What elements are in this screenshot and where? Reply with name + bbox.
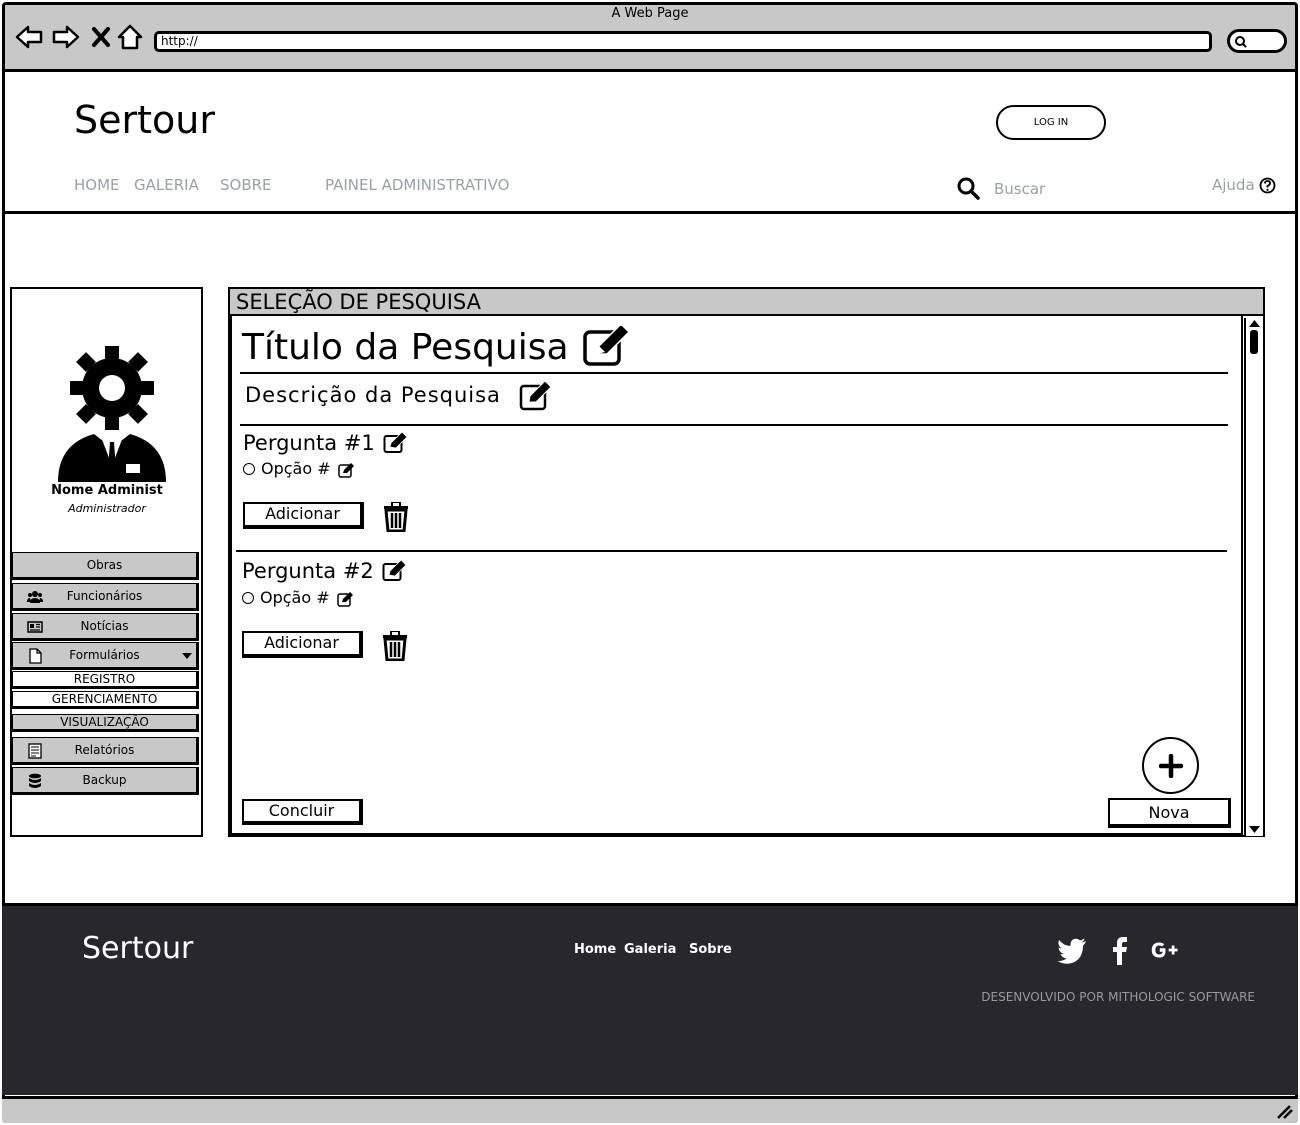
help-icon[interactable] bbox=[1259, 177, 1276, 194]
edit-icon[interactable] bbox=[383, 432, 409, 454]
facebook-icon[interactable] bbox=[1104, 934, 1136, 966]
plus-icon bbox=[1159, 754, 1183, 778]
submenu-gerenciamento[interactable]: GERENCIAMENTO bbox=[12, 691, 199, 709]
users-icon bbox=[27, 591, 43, 603]
scroll-up-icon[interactable] bbox=[1249, 320, 1260, 328]
finish-button[interactable]: Concluir bbox=[242, 799, 363, 825]
site-logo[interactable]: Sertour bbox=[74, 98, 215, 142]
footer-credit: DESENVOLVIDO POR MITHOLOGIC SOFTWARE bbox=[981, 990, 1255, 1004]
add-option-button[interactable]: Adicionar bbox=[243, 502, 364, 529]
header-divider bbox=[2, 211, 1298, 214]
sidebar-item-label: Backup bbox=[82, 773, 127, 787]
browser-statusbar bbox=[2, 1096, 1298, 1123]
edit-icon[interactable] bbox=[519, 381, 553, 411]
sidebar-item-backup[interactable]: Backup bbox=[12, 767, 199, 795]
sidebar-item-label: Funcionários bbox=[66, 589, 143, 603]
add-option-button[interactable]: Adicionar bbox=[242, 631, 363, 658]
sidebar-item-funcionarios[interactable]: Funcionários bbox=[12, 583, 199, 611]
trash-icon[interactable] bbox=[383, 502, 409, 532]
admin-role: Administrador bbox=[68, 502, 146, 515]
scroll-thumb[interactable] bbox=[1250, 330, 1258, 354]
report-icon bbox=[28, 743, 42, 759]
search-icon[interactable] bbox=[956, 176, 980, 200]
option-radio[interactable] bbox=[242, 592, 254, 604]
add-question-button[interactable] bbox=[1142, 737, 1199, 794]
question-title: Pergunta #2 bbox=[242, 559, 374, 583]
divider bbox=[240, 424, 1228, 426]
footer-link-home[interactable]: Home bbox=[574, 942, 616, 957]
database-icon bbox=[29, 773, 41, 788]
google-plus-icon[interactable] bbox=[1150, 934, 1182, 966]
divider bbox=[236, 550, 1227, 552]
footer-logo[interactable]: Sertour bbox=[82, 931, 193, 966]
avatar bbox=[58, 346, 166, 482]
file-icon bbox=[29, 648, 42, 664]
sidebar-item-obras[interactable]: Obras bbox=[12, 552, 199, 580]
search-input[interactable] bbox=[994, 178, 1174, 200]
divider bbox=[240, 372, 1228, 374]
footer-link-sobre[interactable]: Sobre bbox=[689, 942, 732, 957]
nav-sobre[interactable]: SOBRE bbox=[220, 176, 272, 194]
nav-galeria[interactable]: GALERIA bbox=[134, 176, 199, 194]
survey-title: Título da Pesquisa bbox=[242, 327, 569, 368]
submenu-visualizacao[interactable]: VISUALIZAÇÃO bbox=[12, 714, 199, 732]
gear-icon bbox=[70, 346, 154, 430]
trash-icon[interactable] bbox=[382, 631, 408, 661]
survey-description: Descrição da Pesquisa bbox=[245, 383, 501, 407]
option-label: Opção # bbox=[260, 588, 330, 607]
edit-icon[interactable] bbox=[337, 591, 355, 607]
scroll-down-icon[interactable] bbox=[1249, 826, 1260, 834]
edit-icon[interactable] bbox=[583, 326, 633, 366]
nav-painel-administrativo[interactable]: PAINEL ADMINISTRATIVO bbox=[325, 176, 509, 194]
edit-icon[interactable] bbox=[382, 560, 408, 582]
sidebar-item-formularios[interactable]: Formulários bbox=[12, 642, 199, 670]
sidebar-item-label: Obras bbox=[86, 558, 123, 572]
footer-link-galeria[interactable]: Galeria bbox=[624, 942, 676, 957]
panel-title: SELEÇÃO DE PESQUISA bbox=[236, 290, 481, 314]
option-label: Opção # bbox=[261, 459, 331, 478]
newspaper-icon bbox=[27, 621, 43, 633]
sidebar-item-noticias[interactable]: Notícias bbox=[12, 613, 199, 641]
edit-icon[interactable] bbox=[338, 462, 356, 478]
sidebar-item-label: Relatórios bbox=[74, 743, 135, 757]
admin-name: Nome Administ bbox=[51, 483, 163, 498]
submenu-registro[interactable]: REGISTRO bbox=[12, 671, 199, 689]
sidebar-item-relatorios[interactable]: Relatórios bbox=[12, 737, 199, 765]
sidebar-item-label: Formulários bbox=[69, 648, 140, 662]
resize-grip-icon[interactable] bbox=[1276, 1103, 1294, 1119]
scrollbar[interactable] bbox=[1244, 318, 1263, 836]
nav-home[interactable]: HOME bbox=[74, 176, 120, 194]
question-title: Pergunta #1 bbox=[243, 431, 375, 455]
sidebar-item-label: Notícias bbox=[80, 619, 129, 633]
login-button[interactable]: LOG IN bbox=[996, 105, 1106, 140]
new-survey-button[interactable]: Nova bbox=[1108, 798, 1231, 828]
caret-down-icon bbox=[182, 653, 192, 659]
option-radio[interactable] bbox=[243, 463, 255, 475]
help-link[interactable]: Ajuda bbox=[1212, 176, 1255, 194]
twitter-icon[interactable] bbox=[1056, 934, 1088, 966]
